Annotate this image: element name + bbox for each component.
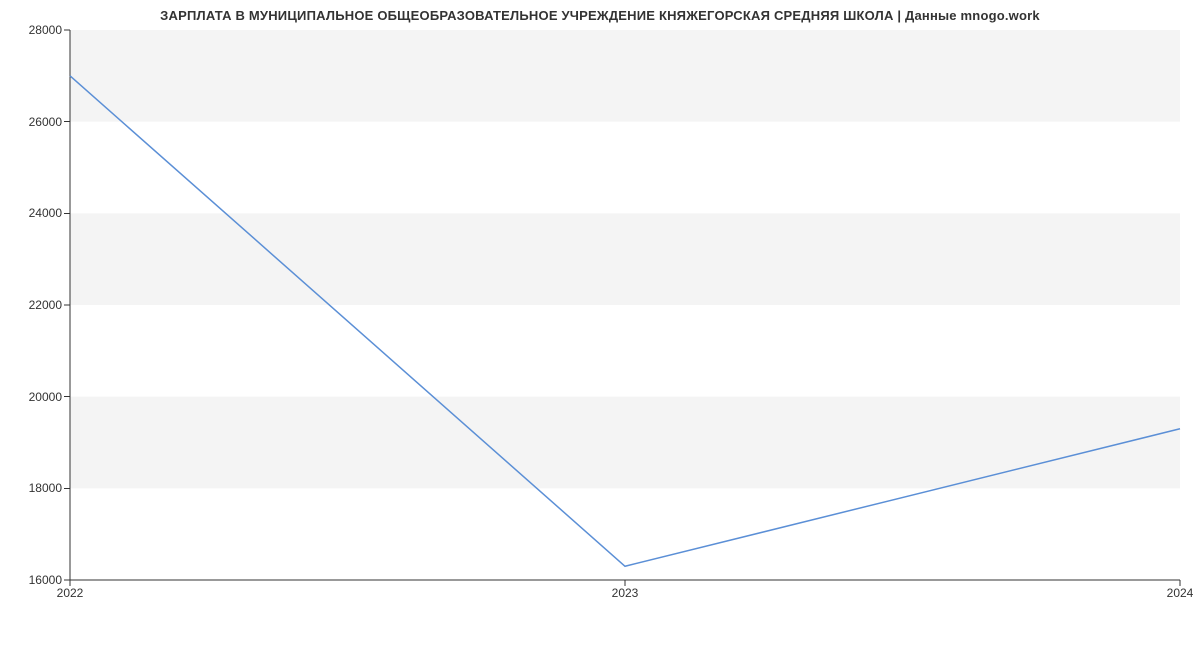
grid-band: [70, 213, 1180, 305]
y-tick-label: 22000: [6, 298, 62, 312]
data-series-line: [70, 76, 1180, 566]
y-tick-label: 20000: [6, 390, 62, 404]
grid-bands: [70, 30, 1180, 488]
x-tick-label: 2024: [1167, 586, 1194, 600]
plot-svg: [70, 30, 1180, 580]
grid-band: [70, 30, 1180, 122]
y-tick-label: 24000: [6, 206, 62, 220]
chart-title: ЗАРПЛАТА В МУНИЦИПАЛЬНОЕ ОБЩЕОБРАЗОВАТЕЛ…: [0, 8, 1200, 23]
y-tick-label: 18000: [6, 481, 62, 495]
x-tick-label: 2023: [612, 586, 639, 600]
chart-container: ЗАРПЛАТА В МУНИЦИПАЛЬНОЕ ОБЩЕОБРАЗОВАТЕЛ…: [0, 0, 1200, 650]
x-tick-label: 2022: [57, 586, 84, 600]
y-tick-marks: [64, 30, 70, 580]
y-tick-label: 16000: [6, 573, 62, 587]
plot-area: [70, 30, 1180, 580]
grid-band: [70, 397, 1180, 489]
y-tick-label: 28000: [6, 23, 62, 37]
y-tick-label: 26000: [6, 115, 62, 129]
